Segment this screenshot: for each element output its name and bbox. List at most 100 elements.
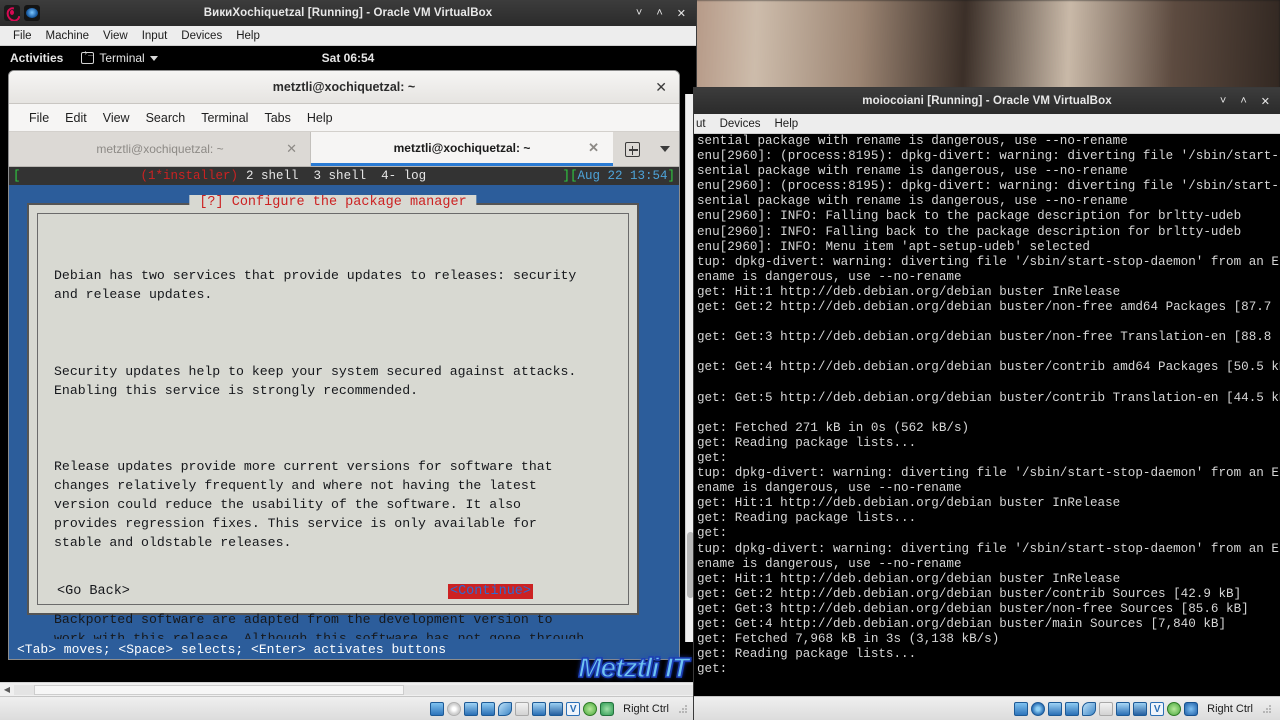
resize-grip[interactable] — [678, 703, 688, 714]
scrollbar-thumb[interactable] — [687, 532, 694, 599]
continue-button[interactable]: <Continue> — [447, 584, 533, 599]
scroll-left-arrow-icon[interactable]: ◀ — [0, 685, 14, 694]
menu-input[interactable]: Input — [135, 29, 175, 43]
log-line: enu[2960]: (process:8195): dpkg-divert: … — [697, 149, 1280, 164]
shared-folder-icon[interactable] — [515, 701, 530, 716]
tmux-right-bracket-1: ] — [562, 169, 570, 183]
vm1-titlebar[interactable]: ВикиXochiquetzal [Running] - Oracle VM V… — [0, 0, 696, 26]
terminal-tabbar[interactable]: metztli@xochiquetzal: ~ ✕ metztli@xochiq… — [9, 132, 679, 167]
close-icon[interactable]: ✕ — [677, 7, 686, 20]
vm2-menubar[interactable]: ut Devices Help — [694, 114, 1280, 134]
maximize-icon[interactable]: ˄ — [656, 7, 662, 20]
terminal-close-icon[interactable]: ✕ — [655, 79, 667, 96]
menu-machine[interactable]: Machine — [39, 29, 96, 43]
mouse-capture-icon[interactable] — [583, 701, 598, 716]
optical-disk-icon[interactable] — [1031, 701, 1046, 716]
log-line: get: Get:4 http://deb.debian.org/debian … — [697, 360, 1280, 375]
vm2-guest-screen[interactable]: sential package with rename is dangerous… — [694, 134, 1280, 696]
optical-disk-icon[interactable] — [447, 701, 462, 716]
term-menu-edit[interactable]: Edit — [57, 109, 95, 127]
audio-icon[interactable] — [464, 701, 479, 716]
terminal-menubar[interactable]: File Edit View Search Terminal Tabs Help — [9, 104, 679, 132]
gnome-top-bar[interactable]: Activities Terminal Sat 06:54 — [0, 46, 696, 70]
virtualization-icon[interactable]: V — [566, 701, 581, 716]
app-menu-terminal[interactable]: Terminal — [81, 49, 158, 65]
vm1-status-bar[interactable]: V Right Ctrl — [0, 696, 696, 720]
term-menu-terminal[interactable]: Terminal — [193, 109, 256, 127]
network-icon[interactable] — [1065, 701, 1080, 716]
vm1-menubar[interactable]: File Machine View Input Devices Help — [0, 26, 696, 46]
terminal-tab-1-label: metztli@xochiquetzal: ~ — [96, 142, 224, 156]
terminal-content[interactable]: [ (1*installer) 2 shell 3 shell 4- log ]… — [9, 167, 679, 659]
terminal-titlebar[interactable]: metztli@xochiquetzal: ~ ✕ — [9, 71, 679, 104]
log-line: get: Reading package lists... — [697, 511, 917, 526]
vm2-window-controls[interactable]: ˅ ˄ ✕ — [1220, 95, 1280, 108]
usb-icon[interactable] — [498, 701, 513, 716]
terminal-tab-2-close-icon[interactable]: ✕ — [588, 140, 599, 156]
vm2-titlebar[interactable]: moiocoiani [Running] - Oracle VM Virtual… — [694, 88, 1280, 114]
log-line: get: Hit:1 http://deb.debian.org/debian … — [697, 284, 1121, 299]
terminal-tab-1-close-icon[interactable]: ✕ — [286, 141, 297, 157]
network-icon[interactable] — [481, 701, 496, 716]
virtualization-icon[interactable]: V — [1150, 701, 1165, 716]
menu-file[interactable]: File — [6, 29, 39, 43]
close-icon[interactable]: ✕ — [1261, 95, 1270, 108]
term-menu-view[interactable]: View — [95, 109, 138, 127]
term-menu-search[interactable]: Search — [138, 109, 194, 127]
keyboard-icon[interactable] — [1184, 701, 1199, 716]
minimize-icon[interactable]: ˅ — [636, 7, 642, 20]
mouse-capture-icon[interactable] — [1167, 701, 1182, 716]
tmux-right-bracket-2: [ — [569, 169, 578, 183]
virtualbox-window-xochiquetzal[interactable]: ВикиXochiquetzal [Running] - Oracle VM V… — [0, 0, 696, 720]
log-line: tup: dpkg-divert: warning: diverting fil… — [697, 466, 1280, 481]
maximize-icon[interactable]: ˄ — [1240, 95, 1246, 108]
activities-button[interactable]: Activities — [10, 51, 63, 65]
menu-help[interactable]: Help — [229, 29, 267, 43]
tmux-windows[interactable]: 2 shell 3 shell 4- log — [246, 169, 426, 183]
display-icon[interactable] — [532, 701, 547, 716]
tab-list-button[interactable] — [651, 132, 679, 166]
menu-devices[interactable]: Devices — [713, 117, 768, 131]
log-line: get: — [697, 662, 728, 677]
recording-icon[interactable] — [549, 701, 564, 716]
harddisk-icon[interactable] — [430, 701, 445, 716]
harddisk-icon[interactable] — [1014, 701, 1029, 716]
terminal-tab-2[interactable]: metztli@xochiquetzal: ~ ✕ — [311, 132, 613, 166]
gnome-terminal-window[interactable]: metztli@xochiquetzal: ~ ✕ File Edit View… — [8, 70, 680, 660]
display-icon[interactable] — [1116, 701, 1131, 716]
term-menu-help[interactable]: Help — [299, 109, 341, 127]
vm1-horizontal-scrollbar[interactable]: ◀ — [0, 682, 696, 696]
tmux-window-installer[interactable]: (1*installer) — [141, 169, 239, 183]
go-back-button[interactable]: <Go Back> — [57, 584, 130, 599]
menu-devices[interactable]: Devices — [174, 29, 229, 43]
terminal-tab-1[interactable]: metztli@xochiquetzal: ~ ✕ — [9, 132, 311, 166]
menu-help[interactable]: Help — [768, 117, 806, 131]
audio-icon[interactable] — [1048, 701, 1063, 716]
vm1-guest-screen[interactable]: Activities Terminal Sat 06:54 metztli@xo… — [0, 46, 696, 682]
keyboard-icon[interactable] — [600, 701, 615, 716]
new-tab-button[interactable] — [613, 132, 651, 166]
host-key-label: Right Ctrl — [1207, 702, 1253, 715]
recording-icon[interactable] — [1133, 701, 1148, 716]
menu-input-truncated[interactable]: ut — [694, 117, 713, 131]
log-line: enu[2960]: INFO: Falling back to the pac… — [697, 209, 1242, 224]
log-line: get: Fetched 7,968 kB in 3s (3,138 kB/s) — [697, 632, 1000, 647]
shared-folder-icon[interactable] — [1099, 701, 1114, 716]
debconf-dialog-title: [?] Configure the package manager — [189, 195, 477, 210]
vm2-status-bar[interactable]: V Right Ctrl — [694, 696, 1280, 720]
minimize-icon[interactable]: ˅ — [1220, 95, 1226, 108]
dialog-paragraph-1: Debian has two services that provide upd… — [54, 268, 577, 303]
usb-icon[interactable] — [1082, 701, 1097, 716]
term-menu-tabs[interactable]: Tabs — [256, 109, 298, 127]
virtualbox-window-moiocoiani[interactable]: moiocoiani [Running] - Oracle VM Virtual… — [694, 88, 1280, 720]
terminal-vertical-scrollbar[interactable] — [685, 94, 694, 642]
vm1-window-controls[interactable]: ˅ ˄ ✕ — [636, 7, 696, 20]
hscroll-thumb[interactable] — [34, 684, 404, 695]
vm1-title-text: ВикиXochiquetzal [Running] - Oracle VM V… — [203, 7, 493, 19]
hscroll-track[interactable] — [14, 684, 696, 695]
term-menu-file[interactable]: File — [21, 109, 57, 127]
menu-view[interactable]: View — [96, 29, 135, 43]
resize-grip[interactable] — [1262, 703, 1272, 714]
log-line: get: — [697, 450, 728, 465]
